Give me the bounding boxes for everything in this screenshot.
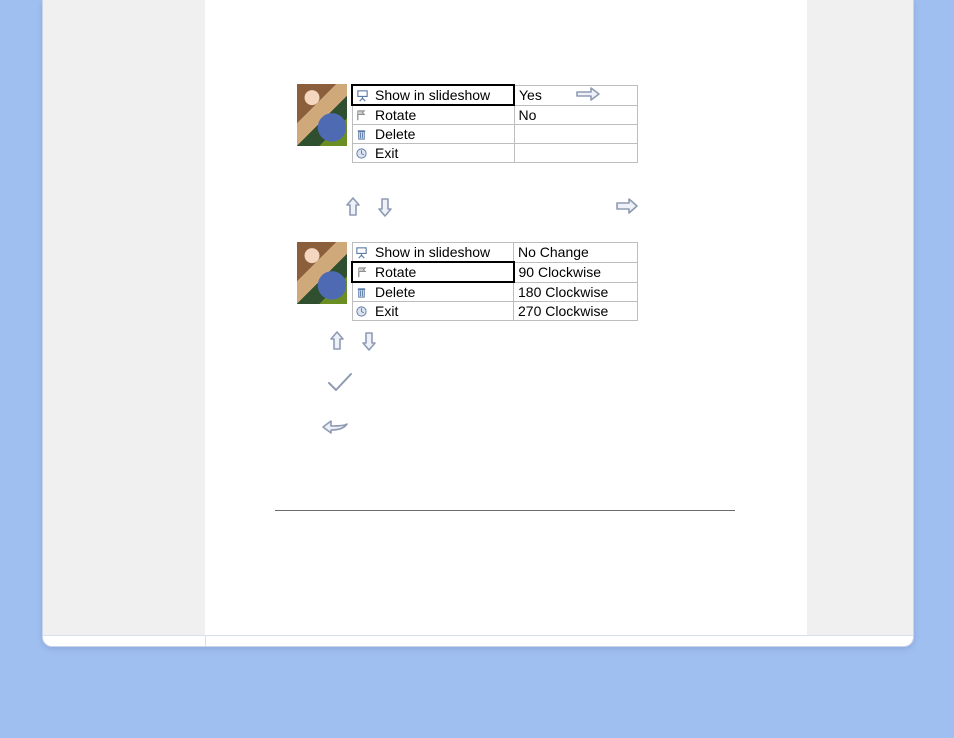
- menu-row[interactable]: Exit 270 Clockwise: [352, 302, 637, 321]
- menu-item-value: 270 Clockwise: [514, 302, 638, 321]
- menu-item-value: [514, 144, 638, 163]
- menu-item-label: Exit: [371, 144, 514, 163]
- nav-arrow-right: [615, 196, 639, 219]
- menu-row[interactable]: Rotate No: [352, 105, 638, 125]
- menu-row[interactable]: Rotate 90 Clockwise: [352, 262, 637, 282]
- arrow-down-icon[interactable]: [375, 196, 395, 221]
- nav-arrows-updown-1: [343, 196, 395, 221]
- footer-separator: [205, 636, 206, 646]
- presentation-icon: [355, 245, 368, 258]
- app-window: Show in slideshow Yes Rotate No: [42, 0, 914, 647]
- arrow-up-icon[interactable]: [343, 196, 363, 221]
- menu-row[interactable]: Show in slideshow No Change: [352, 243, 637, 263]
- trash-icon: [355, 127, 368, 140]
- flag-icon: [356, 265, 369, 278]
- menu-item-label: Delete: [371, 282, 514, 302]
- document-content: Show in slideshow Yes Rotate No: [205, 0, 807, 636]
- back-arrow-icon[interactable]: [321, 418, 353, 441]
- menu-row[interactable]: Delete 180 Clockwise: [352, 282, 637, 302]
- photo-thumbnail: [297, 84, 347, 146]
- menu-item-label: Delete: [371, 125, 514, 144]
- section-divider: [275, 510, 735, 511]
- menu-item-value: 90 Clockwise: [514, 262, 638, 282]
- arrow-right-icon[interactable]: [615, 196, 639, 219]
- menu-item-label: Rotate: [371, 105, 514, 125]
- menu-item-value: 180 Clockwise: [514, 282, 638, 302]
- clock-icon: [355, 304, 368, 317]
- menu-item-value: No: [514, 105, 638, 125]
- link-arrow-icon: [575, 86, 601, 105]
- menu-item-label: Rotate: [371, 262, 514, 282]
- desktop-background: Show in slideshow Yes Rotate No: [0, 0, 954, 738]
- menu-item-value: Yes: [519, 87, 542, 103]
- nav-arrows-updown-2: [327, 330, 379, 355]
- menu-row[interactable]: Exit: [352, 144, 638, 163]
- window-footer: [43, 635, 913, 646]
- clock-icon: [355, 146, 368, 159]
- left-sidebar: [43, 0, 206, 636]
- photo-thumbnail: [297, 242, 347, 304]
- menu-block-2: Show in slideshow No Change Rotate 90 Cl…: [297, 242, 638, 321]
- menu-item-label: Show in slideshow: [371, 85, 514, 105]
- check-icon[interactable]: [325, 370, 355, 397]
- menu-item-value: [514, 125, 638, 144]
- menu-row[interactable]: Delete: [352, 125, 638, 144]
- arrow-up-icon[interactable]: [327, 330, 347, 355]
- menu-block-1: Show in slideshow Yes Rotate No: [297, 84, 638, 163]
- flag-icon: [355, 108, 368, 121]
- presentation-icon: [356, 88, 369, 101]
- context-menu-2: Show in slideshow No Change Rotate 90 Cl…: [351, 242, 638, 321]
- menu-item-label: Exit: [371, 302, 514, 321]
- right-sidebar: [806, 0, 913, 636]
- trash-icon: [355, 285, 368, 298]
- menu-item-value: No Change: [514, 243, 638, 263]
- arrow-down-icon[interactable]: [359, 330, 379, 355]
- menu-item-label: Show in slideshow: [371, 243, 514, 263]
